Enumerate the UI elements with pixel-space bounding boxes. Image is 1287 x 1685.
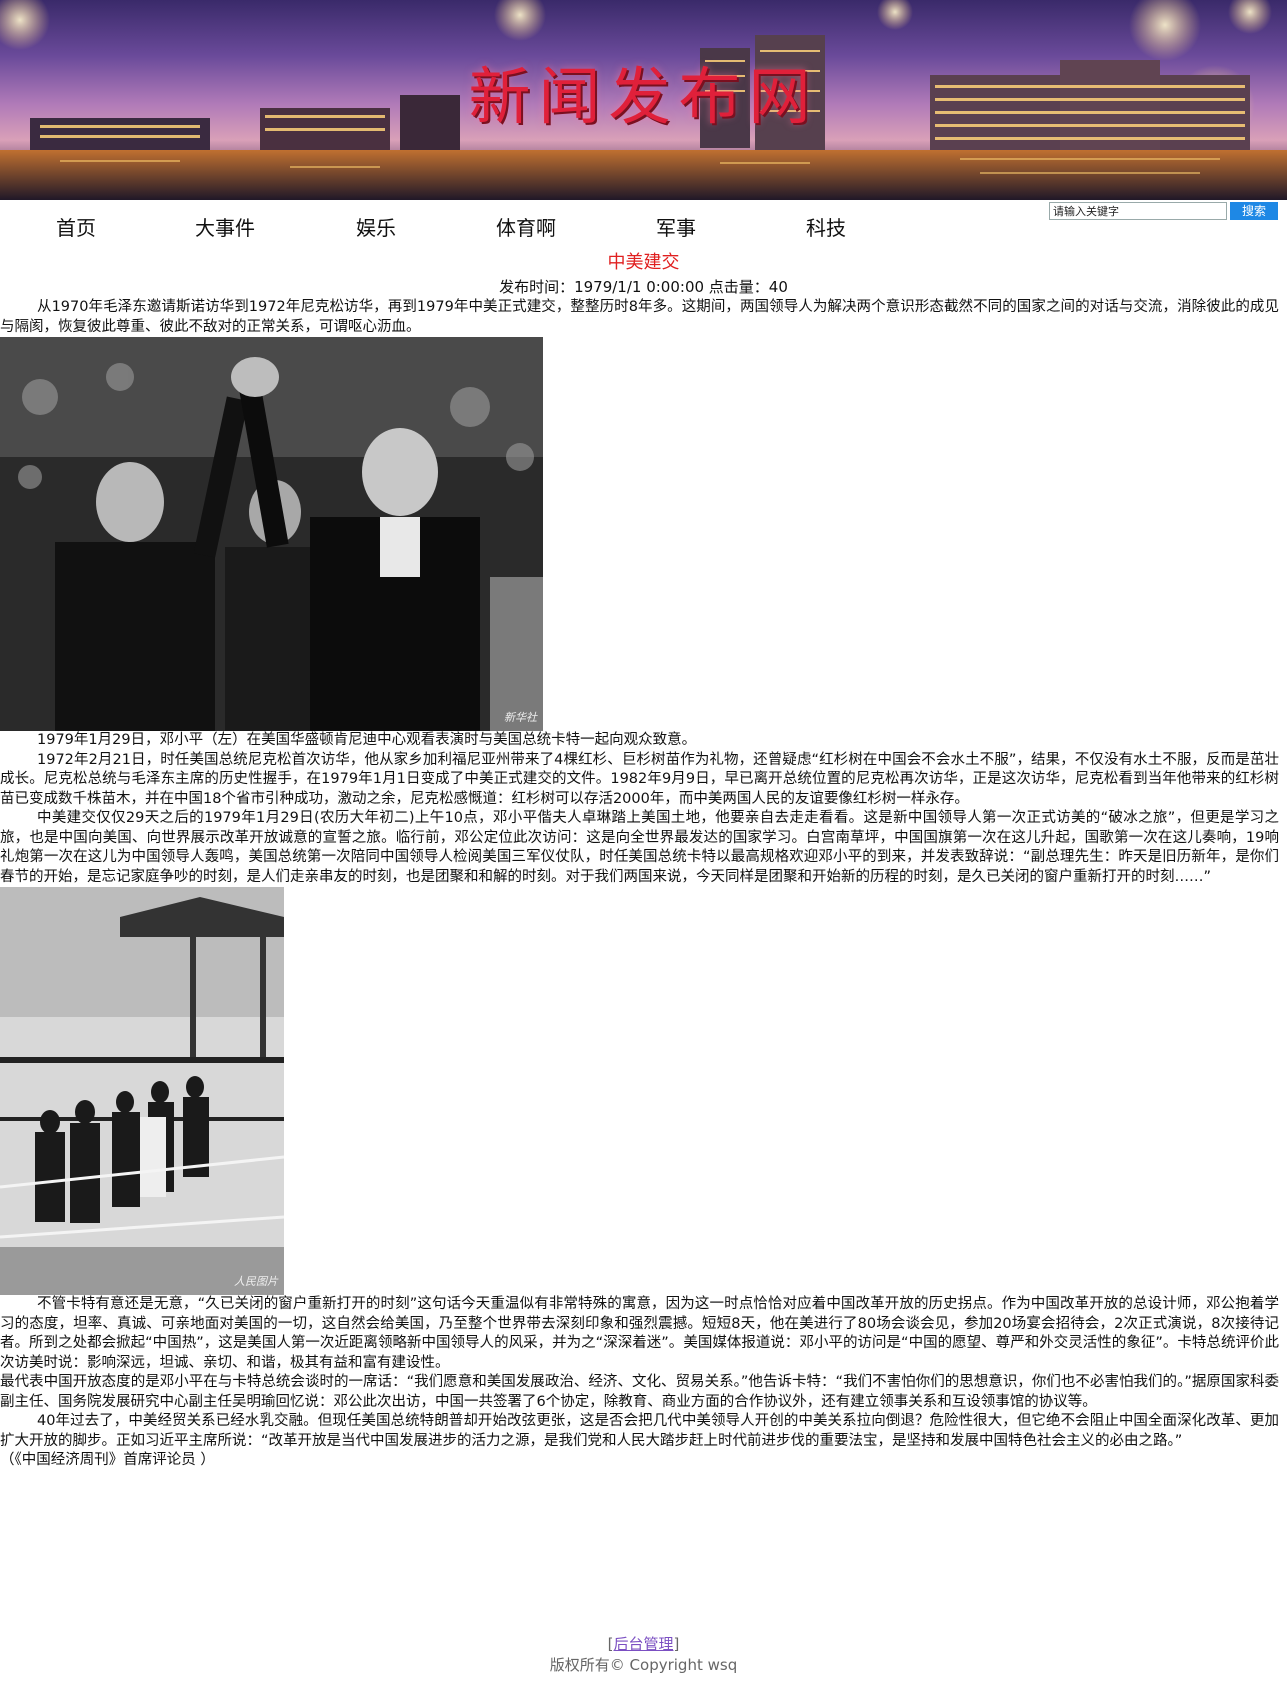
- article: 中美建交 发布时间：1979/1/1 0:00:00 点击量：40 从1970年…: [0, 250, 1287, 1471]
- article-title: 中美建交: [607, 252, 680, 273]
- site-title: 新闻发布网: [468, 60, 819, 133]
- copyright-text: 版权所有© Copyright wsq: [549, 1656, 738, 1674]
- article-meta: 发布时间：1979/1/1 0:00:00 点击量：40: [499, 278, 788, 296]
- admin-link-row: [后台管理]: [0, 1634, 1287, 1655]
- article-paragraph: 从1970年毛泽东邀请斯诺访华到1972年尼克松访华，再到1979年中美正式建交…: [0, 299, 1279, 335]
- header-banner: 新闻发布网: [0, 0, 1287, 200]
- nav-item-sports[interactable]: 体育啊: [496, 212, 556, 241]
- photo-image: [0, 337, 543, 731]
- nav-item-entertainment[interactable]: 娱乐: [356, 212, 396, 241]
- photo-watermark: 新华社: [504, 710, 537, 724]
- admin-bracket-right: ]: [673, 1635, 680, 1653]
- article-photo-delegation: 人民图片: [0, 887, 284, 1295]
- footer: [后台管理] 版权所有© Copyright wsq: [0, 1634, 1287, 1676]
- search-button[interactable]: 搜索: [1230, 202, 1278, 220]
- nav-item-military[interactable]: 军事: [656, 212, 696, 241]
- nav-item-big-events[interactable]: 大事件: [195, 212, 255, 241]
- article-paragraph: 不管卡特有意还是无意，“久已关闭的窗户重新打开的时刻”这句话今天重温似有非常特殊…: [0, 1296, 1279, 1371]
- article-paragraph: 最代表中国开放态度的是邓小平在与卡特总统会谈时的一席话：“我们愿意和美国发展政治…: [0, 1374, 1279, 1410]
- admin-link[interactable]: 后台管理: [613, 1635, 673, 1653]
- article-paragraph: 1972年2月21日，时任美国总统尼克松首次访华，他从家乡加利福尼亚州带来了4棵…: [0, 751, 1279, 807]
- photo-caption: 1979年1月29日，邓小平（左）在美国华盛顿肯尼迪中心观看表演时与美国总统卡特…: [37, 732, 697, 748]
- article-photo-carter-deng: 新华社: [0, 337, 543, 731]
- photo-watermark: 人民图片: [234, 1274, 278, 1288]
- nav-item-home[interactable]: 首页: [56, 212, 96, 241]
- photo-image: [0, 887, 284, 1295]
- article-source: （《中国经济周刊》首席评论员 ）: [0, 1452, 215, 1468]
- nav-item-technology[interactable]: 科技: [806, 212, 846, 241]
- article-paragraph: 40年过去了，中美经贸关系已经水乳交融。但现任美国总统特朗普却开始改弦更张，这是…: [0, 1413, 1279, 1449]
- article-paragraph: 中美建交仅仅29天之后的1979年1月29日(农历大年初二)上午10点，邓小平偕…: [0, 810, 1279, 885]
- search-input[interactable]: [1049, 202, 1227, 220]
